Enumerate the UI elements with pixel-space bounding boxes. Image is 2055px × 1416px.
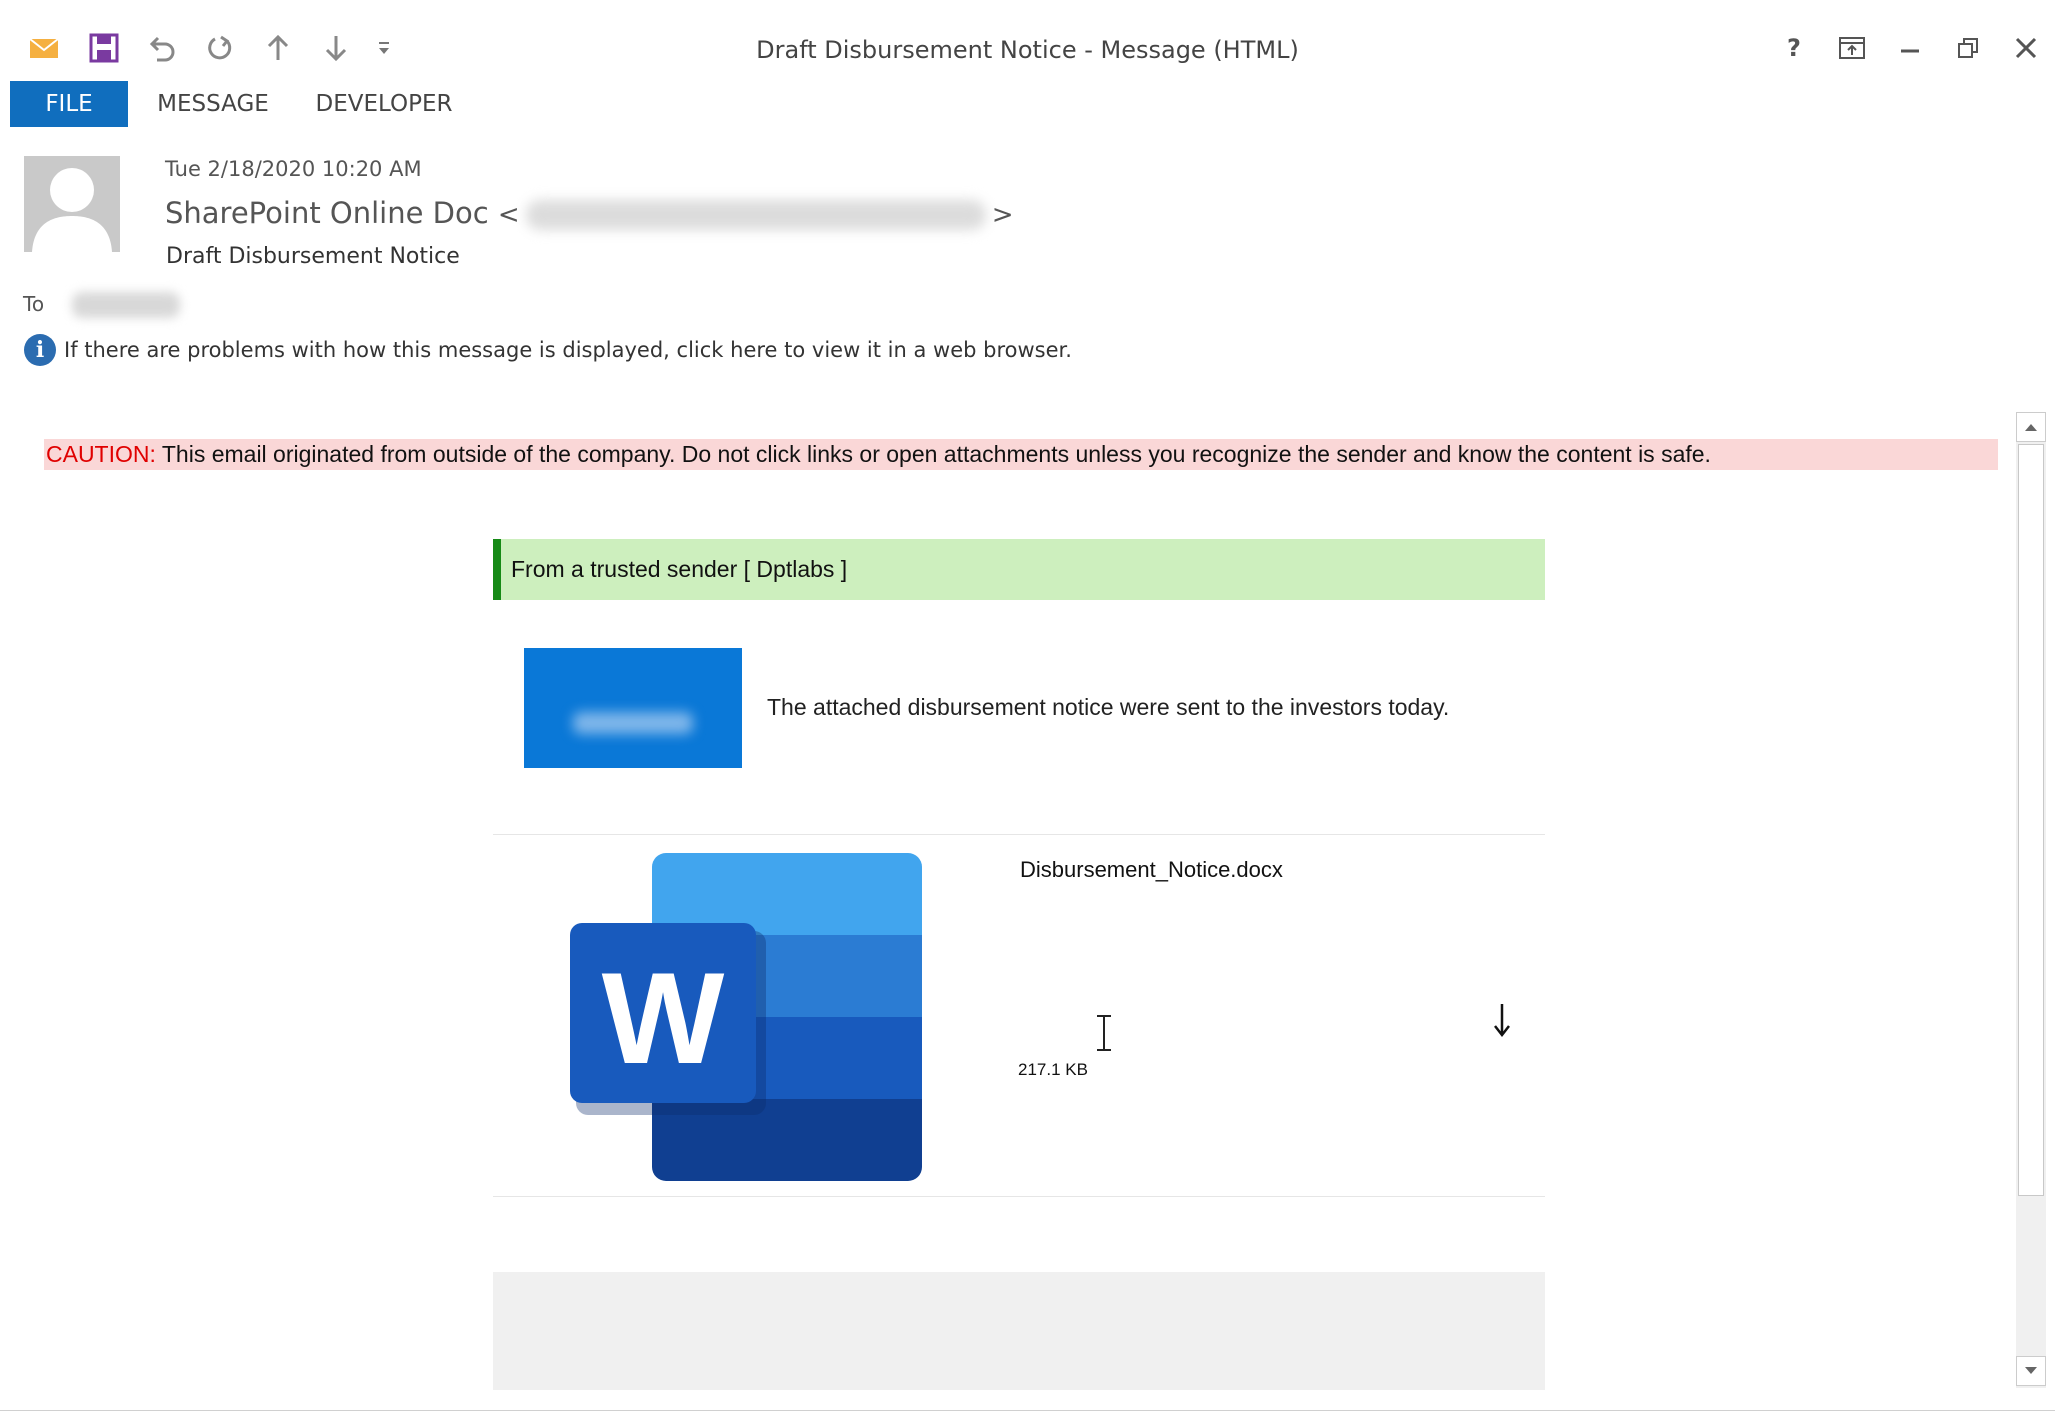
divider bbox=[493, 834, 1545, 835]
info-text: If there are problems with how this mess… bbox=[64, 338, 1072, 362]
restore-icon[interactable] bbox=[1946, 26, 1990, 70]
sender-bracket-close: > bbox=[991, 200, 1014, 230]
trusted-sender-banner: From a trusted sender [ Dptlabs ] bbox=[493, 539, 1545, 600]
caution-label: CAUTION: bbox=[46, 441, 156, 467]
ribbon-display-icon[interactable] bbox=[1830, 26, 1874, 70]
message-subject: Draft Disbursement Notice bbox=[166, 244, 460, 269]
attachment-size: 217.1 KB bbox=[1018, 1060, 1088, 1079]
footer-block bbox=[493, 1272, 1545, 1390]
window-title: Draft Disbursement Notice - Message (HTM… bbox=[756, 36, 1299, 64]
sender-bracket-open: < bbox=[497, 200, 520, 230]
sender-email-redacted bbox=[525, 200, 986, 230]
sender[interactable]: SharePoint Online Doc < > bbox=[165, 196, 1014, 230]
help-icon[interactable]: ? bbox=[1772, 26, 1816, 70]
to-label: To bbox=[23, 292, 45, 316]
scrollbar-thumb[interactable] bbox=[2018, 444, 2044, 1196]
minimize-icon[interactable] bbox=[1888, 26, 1932, 70]
scroll-up-button[interactable] bbox=[2016, 412, 2046, 442]
info-icon: i bbox=[24, 334, 56, 366]
recipient-redacted bbox=[72, 292, 180, 318]
scroll-down-button[interactable] bbox=[2016, 1356, 2046, 1386]
notice-text: The attached disbursement notice were se… bbox=[767, 694, 1450, 720]
info-bar[interactable]: i If there are problems with how this me… bbox=[24, 334, 1072, 366]
sender-logo bbox=[524, 648, 742, 768]
attachment-filename[interactable]: Disbursement_Notice.docx bbox=[1020, 857, 1283, 883]
avatar bbox=[24, 156, 120, 252]
tab-developer[interactable]: DEVELOPER bbox=[310, 81, 458, 127]
word-document-icon[interactable]: W bbox=[570, 853, 926, 1181]
svg-text:W: W bbox=[602, 945, 725, 1091]
tab-file[interactable]: FILE bbox=[10, 81, 128, 127]
status-divider bbox=[0, 1410, 2055, 1411]
caution-text: This email originated from outside of th… bbox=[155, 441, 1711, 467]
sender-name: SharePoint Online Doc bbox=[165, 196, 489, 230]
download-icon[interactable] bbox=[1490, 1000, 1514, 1040]
text-cursor-icon bbox=[1094, 1014, 1114, 1052]
message-date: Tue 2/18/2020 10:20 AM bbox=[165, 157, 422, 181]
tab-message[interactable]: MESSAGE bbox=[150, 81, 276, 127]
divider bbox=[493, 1196, 1545, 1197]
close-icon[interactable] bbox=[2004, 26, 2048, 70]
logo-text-redacted bbox=[573, 712, 693, 734]
caution-banner: CAUTION: This email originated from outs… bbox=[44, 439, 1998, 470]
